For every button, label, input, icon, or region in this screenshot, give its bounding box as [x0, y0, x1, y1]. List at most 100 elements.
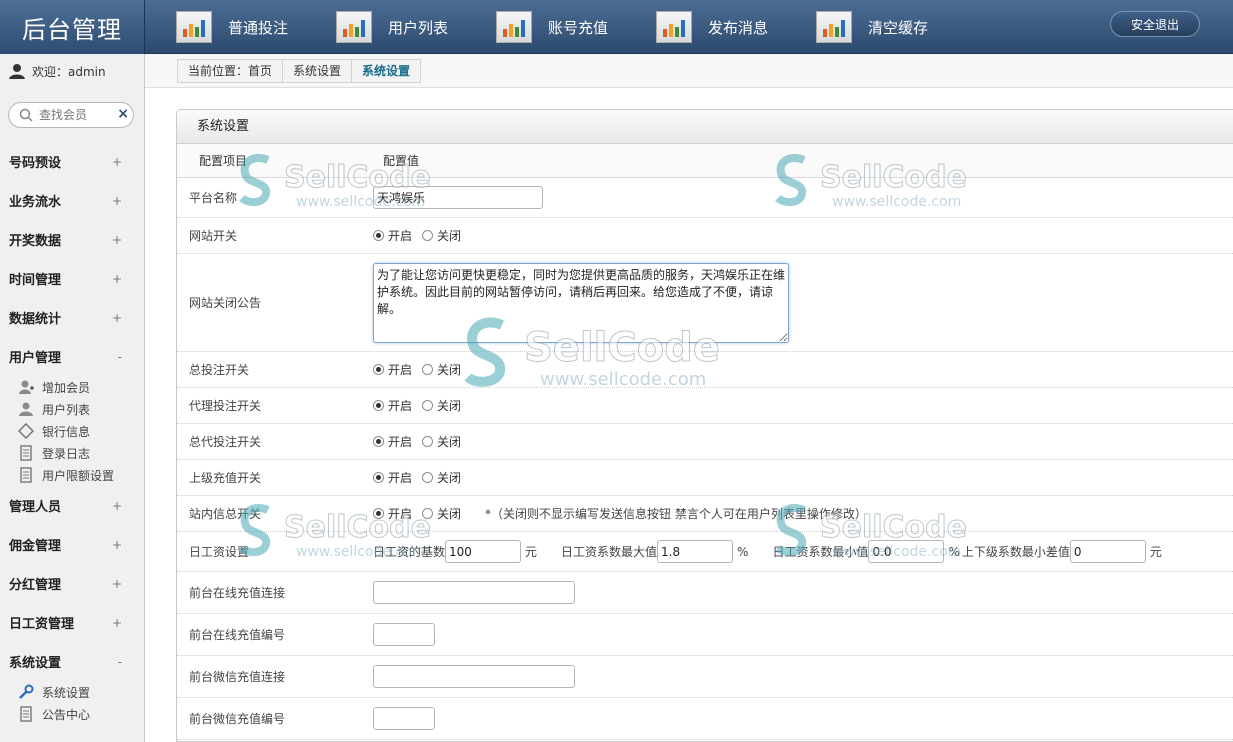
row-online-recharge-link: 前台在线充值连接 — [177, 572, 1233, 614]
nav-normal-bet[interactable]: 普通投注 — [160, 0, 320, 54]
unit-label: 元 — [1149, 545, 1162, 559]
logout-button[interactable]: 安全退出 — [1110, 11, 1200, 37]
expand-icon: + — [111, 271, 122, 286]
inbox-note: *（关闭则不显示编写发送信息按钮 禁言个人可在用户列表里操作修改） — [485, 507, 867, 521]
sidebar-item-user-list[interactable]: 用户列表 — [0, 398, 144, 420]
breadcrumb-home[interactable]: 当前位置：首页 — [178, 60, 284, 82]
row-wechat-recharge-link: 前台微信充值连接 — [177, 656, 1233, 698]
menu-dividend[interactable]: 分红管理 + — [0, 564, 144, 603]
menu-user-management[interactable]: 用户管理 - — [0, 337, 144, 376]
radio-label: 开启 — [388, 363, 413, 377]
bar-chart-icon — [176, 11, 212, 43]
radio-off[interactable]: 关闭 — [422, 227, 461, 244]
online-recharge-link-input[interactable] — [373, 581, 575, 604]
sub-label: 登录日志 — [42, 446, 91, 461]
row-general-agent-bet: 总代投注开关 开启 关闭 — [177, 424, 1233, 460]
row-label: 网站关闭公告 — [189, 296, 262, 310]
breadcrumb-current: 系统设置 — [362, 64, 411, 78]
wage-base-input[interactable] — [445, 540, 522, 563]
member-search: × — [8, 102, 134, 128]
radio-dot — [422, 472, 434, 483]
radio-label: 开启 — [388, 507, 413, 521]
menu-label: 管理人员 — [9, 500, 62, 515]
wechat-recharge-no-input[interactable] — [373, 707, 435, 730]
radio-off[interactable]: 关闭 — [422, 469, 461, 486]
radio-off[interactable]: 关闭 — [422, 505, 461, 522]
radio-label: 关闭 — [437, 435, 462, 449]
sidebar-item-login-log[interactable]: 登录日志 — [0, 442, 144, 464]
nav-clear-cache[interactable]: 清空缓存 — [800, 0, 960, 54]
breadcrumb-section[interactable]: 系统设置 — [283, 60, 353, 82]
platform-name-input[interactable] — [373, 186, 543, 209]
sub-label: 用户限额设置 — [42, 468, 115, 483]
menu-business-flow[interactable]: 业务流水 + — [0, 181, 144, 220]
sidebar-item-user-limit[interactable]: 用户限额设置 — [0, 464, 144, 486]
menu-label: 数据统计 — [9, 312, 62, 327]
menu-label: 开奖数据 — [9, 234, 62, 249]
row-label: 上级充值开关 — [189, 471, 262, 485]
sub-label: 公告中心 — [42, 707, 91, 722]
menu-label: 用户管理 — [9, 351, 62, 366]
radio-dot — [422, 436, 434, 447]
site-notice-textarea[interactable]: 为了能让您访问更快更稳定，同时为您提供更高品质的服务，天鸿娱乐正在维护系统。因此… — [373, 262, 789, 343]
row-label: 平台名称 — [189, 191, 238, 205]
menu-lottery-data[interactable]: 开奖数据 + — [0, 220, 144, 259]
expand-icon: + — [111, 310, 122, 325]
row-label: 前台微信充值编号 — [189, 712, 286, 726]
radio-on[interactable]: 开启 — [373, 397, 412, 414]
row-platform-name: 平台名称 — [177, 178, 1233, 218]
row-online-recharge-no: 前台在线充值编号 — [177, 614, 1233, 656]
nav-label: 账号充值 — [548, 18, 609, 37]
row-label: 总代投注开关 — [189, 435, 262, 449]
menu-label: 系统设置 — [9, 656, 62, 671]
menu-label: 号码预设 — [9, 156, 62, 171]
online-recharge-no-input[interactable] — [373, 623, 435, 646]
radio-label: 关闭 — [437, 507, 462, 521]
nav-label: 用户列表 — [388, 18, 449, 37]
menu-data-stats[interactable]: 数据统计 + — [0, 298, 144, 337]
radio-on[interactable]: 开启 — [373, 505, 412, 522]
radio-label: 开启 — [388, 399, 413, 413]
row-label: 总投注开关 — [189, 363, 250, 377]
nav-label: 清空缓存 — [868, 18, 929, 37]
radio-off[interactable]: 关闭 — [422, 361, 461, 378]
wage-max-input[interactable] — [657, 540, 734, 563]
sidebar-item-add-member[interactable]: 增加会员 — [0, 376, 144, 398]
menu-system-settings[interactable]: 系统设置 - — [0, 642, 144, 681]
expand-icon: + — [111, 537, 122, 552]
menu-admin-staff[interactable]: 管理人员 + — [0, 486, 144, 525]
sidebar-item-system-settings[interactable]: 系统设置 — [0, 681, 144, 703]
radio-off[interactable]: 关闭 — [422, 397, 461, 414]
search-input[interactable] — [39, 106, 119, 124]
radio-on[interactable]: 开启 — [373, 433, 412, 450]
radio-on[interactable]: 开启 — [373, 227, 412, 244]
collapse-icon: - — [117, 349, 122, 364]
wechat-recharge-link-input[interactable] — [373, 665, 575, 688]
radio-on[interactable]: 开启 — [373, 469, 412, 486]
wage-min-input[interactable] — [868, 540, 945, 563]
nav-user-list[interactable]: 用户列表 — [320, 0, 480, 54]
radio-dot — [373, 508, 384, 519]
row-label: 前台在线充值连接 — [189, 586, 286, 600]
menu-number-preset[interactable]: 号码预设 + — [0, 142, 144, 181]
row-daily-wage: 日工资设置 日工资的基数 元 日工资系数最大值 % 日工资系数最小值 % 上下级… — [177, 532, 1233, 572]
menu-commission[interactable]: 佣金管理 + — [0, 525, 144, 564]
nav-label: 普通投注 — [228, 18, 289, 37]
document-icon — [20, 706, 32, 722]
clear-icon[interactable]: × — [117, 106, 129, 122]
wage-diff-input[interactable] — [1069, 540, 1146, 563]
document-icon — [20, 445, 32, 461]
sidebar-item-bank-info[interactable]: 银行信息 — [0, 420, 144, 442]
menu-time-management[interactable]: 时间管理 + — [0, 259, 144, 298]
sub-label: 银行信息 — [42, 424, 91, 439]
logo: 后台管理 — [0, 0, 145, 54]
radio-off[interactable]: 关闭 — [422, 433, 461, 450]
sidebar-item-announcement[interactable]: 公告中心 — [0, 703, 144, 725]
column-header-item: 配置项目 — [199, 154, 248, 168]
menu-daily-wage[interactable]: 日工资管理 + — [0, 603, 144, 642]
nav-account-recharge[interactable]: 账号充值 — [480, 0, 640, 54]
radio-on[interactable]: 开启 — [373, 361, 412, 378]
radio-dot — [422, 508, 434, 519]
nav-publish-message[interactable]: 发布消息 — [640, 0, 800, 54]
row-inbox-switch: 站内信总开关 开启 关闭 *（关闭则不显示编写发送信息按钮 禁言个人可在用户列表… — [177, 496, 1233, 532]
